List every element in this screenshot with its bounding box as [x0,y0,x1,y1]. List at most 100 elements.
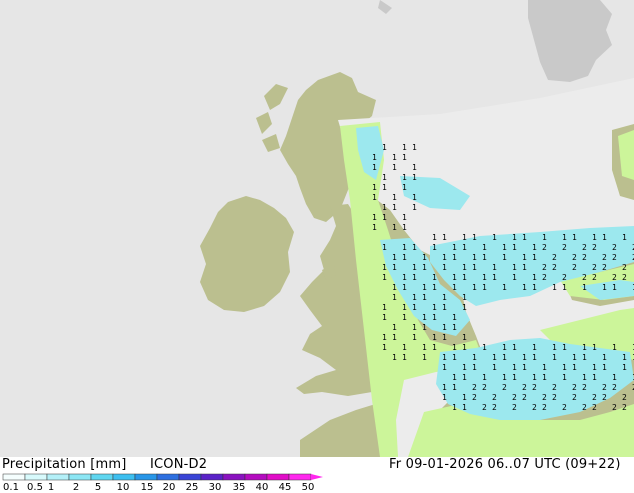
precip-value: 1 [522,253,527,262]
precip-value: 2 [532,383,537,392]
precip-value: 1 [422,313,427,322]
precip-value: 1 [412,323,417,332]
precip-value: 1 [482,273,487,282]
scale-segment [266,473,290,481]
precip-value: 1 [612,343,617,352]
precip-value: 1 [412,303,417,312]
precip-value: 2 [572,383,577,392]
precip-value: 1 [442,353,447,362]
scale-segment [68,473,92,481]
precip-value: 1 [432,243,437,252]
precip-value: 1 [592,373,597,382]
precip-value: 1 [402,243,407,252]
precip-value: 1 [492,363,497,372]
precip-value: 2 [562,403,567,412]
precip-value: 2 [482,403,487,412]
precip-value: 2 [592,243,597,252]
precip-value: 2 [562,273,567,282]
precip-value: 2 [552,383,557,392]
scale-segment [200,473,224,481]
precip-value: 2 [522,393,527,402]
precip-value: 1 [462,273,467,282]
precip-value: 1 [392,193,397,202]
scale-segment [2,473,26,481]
precip-value: 1 [542,373,547,382]
footer-model: ICON-D2 [150,457,208,472]
precip-value: 1 [402,143,407,152]
precip-value: 1 [462,403,467,412]
precip-value: 1 [452,273,457,282]
scale-tick-label: 1 [47,482,55,493]
precip-value: 1 [402,223,407,232]
precip-value: 2 [572,253,577,262]
precip-value: 1 [532,283,537,292]
precip-value: 1 [452,383,457,392]
precip-value: 1 [552,353,557,362]
precip-value: 1 [482,283,487,292]
precip-value: 1 [392,353,397,362]
precip-value: 1 [462,363,467,372]
precip-value: 2 [542,243,547,252]
precip-value: 2 [582,273,587,282]
precip-value: 1 [542,233,547,242]
precip-value: 1 [392,203,397,212]
precip-value: 1 [372,223,377,232]
precip-value: 1 [392,253,397,262]
precip-value: 1 [452,353,457,362]
precip-value: 1 [422,293,427,302]
precip-value: 1 [582,353,587,362]
scale-tick-label: 0.1 [3,482,19,493]
precip-value: 1 [612,373,617,382]
precip-value: 1 [482,243,487,252]
precip-value: 1 [472,263,477,272]
precip-value: 1 [442,323,447,332]
precip-value: 1 [482,343,487,352]
precip-value: 1 [602,283,607,292]
precip-value: 1 [432,343,437,352]
precip-value: 1 [422,283,427,292]
precip-value: 1 [442,363,447,372]
precip-value: 1 [452,243,457,252]
precip-value: 1 [382,143,387,152]
scale-segment [112,473,136,481]
precip-value: 1 [442,393,447,402]
precip-value: 1 [442,233,447,242]
precip-value: 1 [562,343,567,352]
precip-value: 2 [582,253,587,262]
precip-value: 1 [472,353,477,362]
precip-value: 2 [472,393,477,402]
footer-title: Precipitation [mm] [2,457,127,472]
precip-value: 1 [622,363,627,372]
precip-value: 1 [502,353,507,362]
precip-value: 2 [612,383,617,392]
precip-value: 1 [412,273,417,282]
precip-value: 1 [552,343,557,352]
precip-value: 1 [432,273,437,282]
footer-datetime: Fr 09-01-2026 06..07 UTC (09+22) [389,457,621,472]
precip-value: 1 [532,243,537,252]
precip-value: 1 [522,283,527,292]
precip-value: 1 [592,363,597,372]
precip-value: 1 [392,163,397,172]
precip-value: 1 [452,313,457,322]
precip-value: 1 [512,373,517,382]
precip-value: 1 [402,273,407,282]
precip-value: 1 [382,263,387,272]
precip-value: 1 [572,233,577,242]
precip-value: 1 [512,233,517,242]
precip-value: 1 [462,243,467,252]
precip-value: 1 [472,363,477,372]
precip-value: 1 [412,143,417,152]
precip-value: 1 [512,343,517,352]
scale-tick-label: 20 [162,482,176,493]
precip-value: 1 [462,373,467,382]
precip-value: 1 [382,203,387,212]
precip-value: 2 [622,393,627,402]
precip-value: 1 [452,403,457,412]
precip-value: 1 [392,323,397,332]
precip-value: 2 [622,263,627,272]
precip-value: 1 [562,283,567,292]
precip-value: 1 [512,363,517,372]
precip-value: 1 [562,233,567,242]
precip-value: 1 [402,183,407,192]
